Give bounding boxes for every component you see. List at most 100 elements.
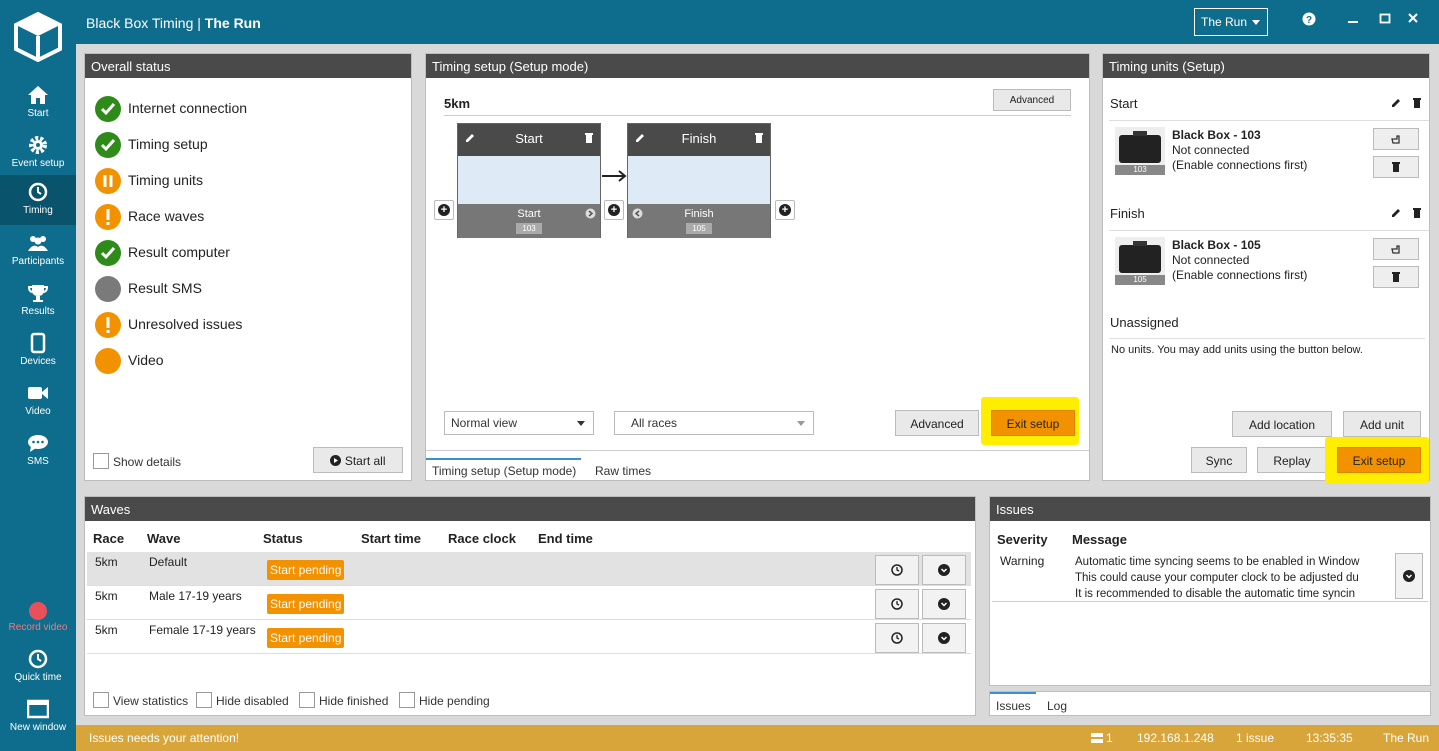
exit-setup-button[interactable]: Exit setup bbox=[991, 410, 1075, 436]
node-drop-area[interactable] bbox=[628, 156, 770, 204]
table-row[interactable]: 5km Default Start pending bbox=[87, 552, 971, 586]
nav-video[interactable]: Video bbox=[0, 376, 76, 426]
col-end-time[interactable]: End time bbox=[538, 531, 593, 546]
edit-icon[interactable] bbox=[464, 132, 476, 144]
app-logo-icon bbox=[14, 12, 62, 62]
hide-disabled-checkbox[interactable] bbox=[196, 692, 212, 708]
group-label-start: Start bbox=[1110, 96, 1138, 111]
tab-issues[interactable]: Issues bbox=[996, 699, 1031, 713]
pending-icon bbox=[95, 348, 121, 374]
table-row[interactable]: 5km Male 17-19 years Start pending bbox=[87, 586, 971, 620]
chevron-right-icon[interactable] bbox=[585, 208, 596, 219]
sidebar: Start Event setup Timing Participants Re… bbox=[0, 0, 76, 751]
help-button[interactable]: ? bbox=[1299, 12, 1319, 32]
unit-card-103[interactable]: 103 Black Box - 103 Not connected (Enabl… bbox=[1109, 120, 1429, 180]
advanced-small-button[interactable]: Advanced bbox=[993, 89, 1071, 111]
expand-issue-button[interactable] bbox=[1395, 553, 1423, 599]
record-video-button[interactable]: Record video bbox=[0, 592, 76, 642]
col-race-clock[interactable]: Race clock bbox=[448, 531, 516, 546]
start-wave-button[interactable] bbox=[875, 555, 919, 585]
new-window-label: New window bbox=[9, 722, 67, 733]
maximize-icon bbox=[1379, 13, 1391, 24]
add-unit-button[interactable]: Add unit bbox=[1343, 411, 1421, 437]
table-row[interactable]: 5km Female 17-19 years Start pending bbox=[87, 620, 971, 654]
disabled-icon bbox=[95, 276, 121, 302]
race-select[interactable]: All races bbox=[614, 411, 814, 435]
nav-start[interactable]: Start bbox=[0, 78, 76, 128]
tab-log[interactable]: Log bbox=[1047, 699, 1067, 713]
chevron-left-icon[interactable] bbox=[632, 208, 643, 219]
nav-event-setup[interactable]: Event setup bbox=[0, 128, 76, 178]
new-window-button[interactable]: New window bbox=[0, 692, 76, 742]
tab-timing-setup[interactable]: Timing setup (Setup mode) bbox=[432, 464, 576, 478]
add-location-between-button[interactable]: + bbox=[604, 200, 624, 220]
unit-image-badge: 105 bbox=[1133, 275, 1147, 284]
edit-icon[interactable] bbox=[1390, 97, 1402, 109]
replay-button[interactable]: Replay bbox=[1257, 447, 1327, 473]
advanced-button[interactable]: Advanced bbox=[895, 410, 979, 436]
unit-card-105[interactable]: 105 Black Box - 105 Not connected (Enabl… bbox=[1109, 230, 1429, 290]
trash-icon[interactable] bbox=[1412, 207, 1422, 219]
exit-setup-units-button[interactable]: Exit setup bbox=[1337, 447, 1421, 473]
col-start-time[interactable]: Start time bbox=[361, 531, 421, 546]
status-event-name: The Run bbox=[1383, 731, 1430, 745]
hide-pending-checkbox[interactable] bbox=[399, 692, 415, 708]
event-selector[interactable]: The Run bbox=[1194, 8, 1268, 36]
check-icon bbox=[95, 240, 121, 266]
plus-icon: + bbox=[608, 204, 620, 216]
nav-participants[interactable]: Participants bbox=[0, 226, 76, 276]
warning-icon bbox=[95, 204, 121, 230]
add-location-before-button[interactable]: + bbox=[434, 200, 454, 220]
node-drop-area[interactable] bbox=[458, 156, 600, 204]
timing-node-start[interactable]: Start Start 103 bbox=[457, 123, 601, 238]
add-location-after-button[interactable]: + bbox=[775, 200, 795, 220]
show-details-checkbox[interactable] bbox=[93, 453, 109, 469]
unit-identify-button[interactable] bbox=[1373, 128, 1419, 150]
row-wave: Male 17-19 years bbox=[149, 589, 242, 603]
col-message[interactable]: Message bbox=[1072, 532, 1127, 547]
tab-raw-times[interactable]: Raw times bbox=[595, 464, 651, 478]
nav-timing[interactable]: Timing bbox=[0, 175, 76, 225]
node-title: Finish bbox=[681, 131, 717, 146]
start-wave-button[interactable] bbox=[875, 623, 919, 653]
unit-remove-button[interactable] bbox=[1373, 266, 1419, 288]
maximize-button[interactable] bbox=[1375, 12, 1395, 32]
col-race[interactable]: Race bbox=[93, 531, 124, 546]
unit-remove-button[interactable] bbox=[1373, 156, 1419, 178]
edit-icon[interactable] bbox=[634, 132, 646, 144]
start-all-button[interactable]: Start all bbox=[313, 447, 403, 473]
issue-row[interactable]: Warning Automatic time syncing seems to … bbox=[992, 550, 1428, 602]
nav-devices[interactable]: Devices bbox=[0, 326, 76, 376]
trash-icon[interactable] bbox=[754, 132, 764, 144]
expand-wave-button[interactable] bbox=[922, 555, 966, 585]
unit-identify-button[interactable] bbox=[1373, 238, 1419, 260]
hand-pointer-icon bbox=[1391, 135, 1400, 144]
start-wave-button[interactable] bbox=[875, 589, 919, 619]
clock-icon bbox=[28, 182, 48, 202]
issue-count[interactable]: 1 issue bbox=[1236, 731, 1274, 745]
unit-name: Black Box - 105 bbox=[1172, 238, 1261, 252]
view-select[interactable]: Normal view bbox=[444, 411, 594, 435]
view-statistics-checkbox[interactable] bbox=[93, 692, 109, 708]
trash-icon[interactable] bbox=[584, 132, 594, 144]
add-location-button[interactable]: Add location bbox=[1232, 411, 1332, 437]
row-race: 5km bbox=[95, 623, 118, 637]
expand-wave-button[interactable] bbox=[922, 623, 966, 653]
close-button[interactable] bbox=[1403, 12, 1423, 32]
col-wave[interactable]: Wave bbox=[147, 531, 180, 546]
col-severity[interactable]: Severity bbox=[997, 532, 1048, 547]
nav-event-setup-label: Event setup bbox=[11, 158, 65, 169]
expand-wave-button[interactable] bbox=[922, 589, 966, 619]
nav-results[interactable]: Results bbox=[0, 276, 76, 326]
col-status[interactable]: Status bbox=[263, 531, 303, 546]
trash-icon[interactable] bbox=[1412, 97, 1422, 109]
hide-finished-checkbox[interactable] bbox=[299, 692, 315, 708]
quick-time-button[interactable]: Quick time bbox=[0, 642, 76, 692]
minimize-button[interactable] bbox=[1343, 12, 1363, 32]
nav-sms[interactable]: SMS bbox=[0, 426, 76, 476]
status-message[interactable]: Issues needs your attention! bbox=[89, 731, 239, 745]
timing-node-finish[interactable]: Finish Finish 105 bbox=[627, 123, 771, 238]
edit-icon[interactable] bbox=[1390, 207, 1402, 219]
sync-button[interactable]: Sync bbox=[1191, 447, 1247, 473]
clock-time: 13:35:35 bbox=[1306, 731, 1353, 745]
